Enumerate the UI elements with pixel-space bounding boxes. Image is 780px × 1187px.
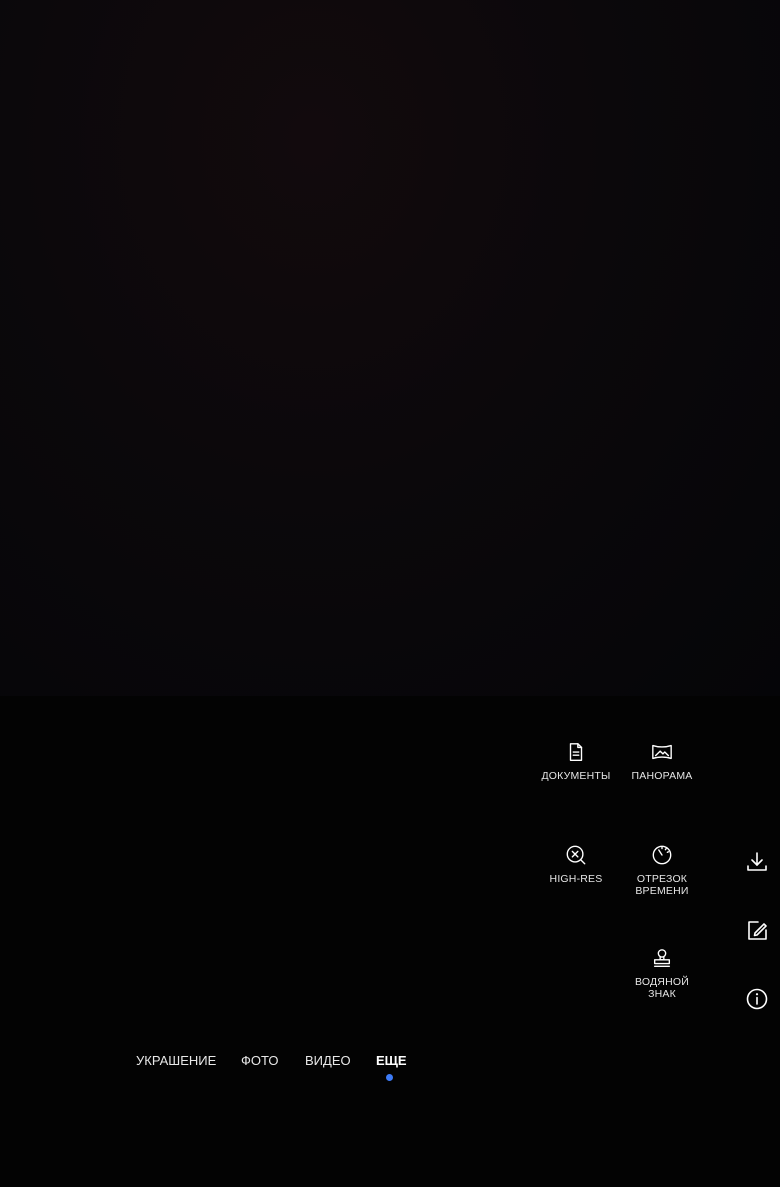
mode-documents-label: ДОКУМЕНТЫ xyxy=(541,770,611,782)
panorama-icon xyxy=(651,741,673,763)
mode-time-lapse[interactable]: ОТРЕЗОК ВРЕМЕНИ xyxy=(617,844,707,897)
download-button[interactable] xyxy=(745,850,769,874)
mode-panorama-label: ПАНОРАМА xyxy=(631,770,693,782)
mode-time-lapse-label: ОТРЕЗОК ВРЕМЕНИ xyxy=(635,873,689,897)
tab-photo[interactable]: ФОТО xyxy=(241,1053,278,1068)
edit-icon xyxy=(748,921,767,940)
timer-icon xyxy=(651,844,673,866)
mode-documents[interactable]: ДОКУМЕНТЫ xyxy=(531,741,621,782)
info-icon xyxy=(746,988,768,1010)
mode-watermark-label: ВОДЯНОЙ ЗНАК xyxy=(635,976,689,1000)
mode-watermark[interactable]: ВОДЯНОЙ ЗНАК xyxy=(617,947,707,1000)
tab-beauty[interactable]: УКРАШЕНИЕ xyxy=(136,1053,216,1068)
info-button[interactable] xyxy=(745,987,769,1011)
camera-viewfinder[interactable] xyxy=(0,0,780,696)
mode-panorama[interactable]: ПАНОРАМА xyxy=(617,741,707,782)
tab-video[interactable]: ВИДЕО xyxy=(305,1053,351,1068)
download-icon xyxy=(747,852,767,871)
mode-high-res[interactable]: HIGH-RES xyxy=(531,844,621,885)
high-res-icon xyxy=(565,844,587,866)
mode-high-res-label: HIGH-RES xyxy=(549,873,603,885)
active-tab-indicator xyxy=(386,1074,393,1081)
edit-button[interactable] xyxy=(745,919,769,943)
tab-more[interactable]: ЕЩЕ xyxy=(376,1053,407,1068)
document-icon xyxy=(565,741,587,763)
stamp-icon xyxy=(651,947,673,969)
